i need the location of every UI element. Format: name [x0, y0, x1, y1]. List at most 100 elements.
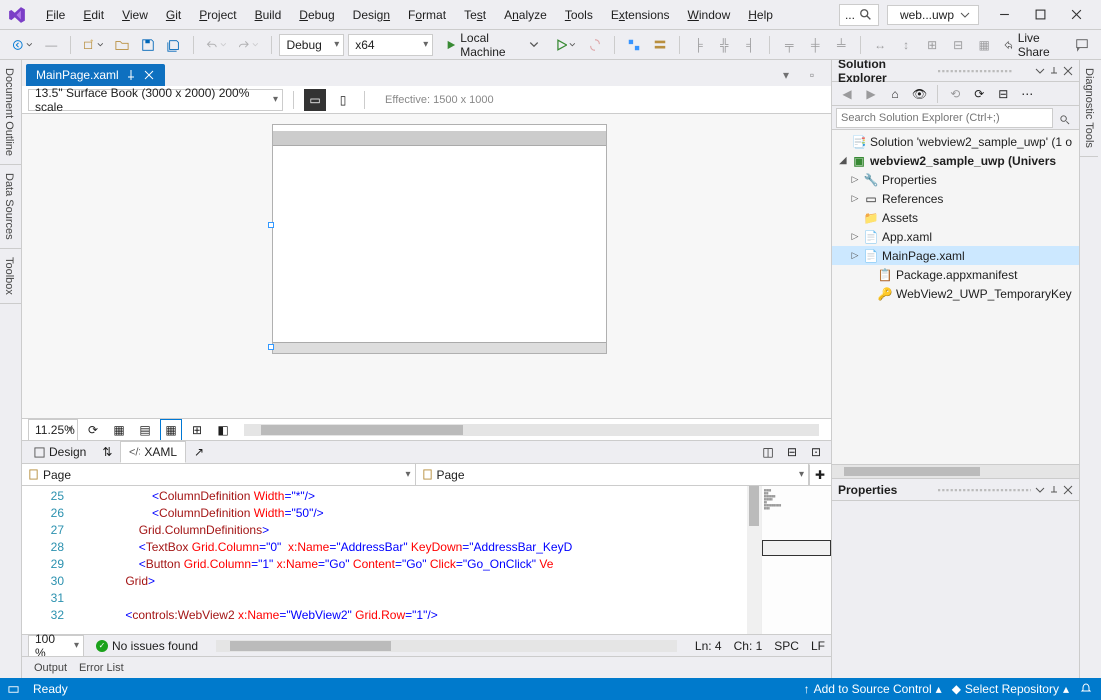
sol-sync-button[interactable]: ⟲ — [944, 83, 966, 105]
code-toggle[interactable]: ◧ — [212, 419, 234, 441]
tree-references[interactable]: ▷▭References — [832, 189, 1079, 208]
align-right-button[interactable]: ╡ — [739, 34, 761, 56]
collapse-button[interactable]: ⊡ — [805, 441, 827, 463]
menu-help[interactable]: Help — [740, 4, 781, 26]
close-button[interactable] — [1059, 2, 1093, 28]
redo-button[interactable] — [234, 34, 262, 56]
minimize-button[interactable] — [987, 2, 1021, 28]
swap-panes-button[interactable]: ⇅ — [96, 441, 118, 463]
select-repository-button[interactable]: ◆Select Repository▴ — [952, 682, 1069, 696]
menu-extensions[interactable]: Extensions — [603, 4, 678, 26]
orientation-portrait-button[interactable]: ▯ — [332, 89, 354, 111]
menu-file[interactable]: File — [38, 4, 73, 26]
doc-tab-mainpage[interactable]: MainPage.xaml — [26, 64, 165, 86]
tree-manifest[interactable]: 📋Package.appxmanifest — [832, 265, 1079, 284]
pin-icon[interactable] — [1049, 66, 1059, 76]
tab-data-sources[interactable]: Data Sources — [0, 165, 21, 249]
code-hscroll[interactable] — [216, 640, 677, 652]
menu-build[interactable]: Build — [247, 4, 290, 26]
nav-member-dropdown[interactable]: Page — [416, 464, 810, 485]
indent-mode[interactable]: SPC — [774, 639, 799, 653]
tab-output[interactable]: Output — [34, 662, 67, 674]
menu-edit[interactable]: Edit — [75, 4, 112, 26]
expander-icon[interactable]: ▷ — [850, 193, 860, 204]
align-center-button[interactable]: ╬ — [713, 34, 735, 56]
tb-misc1[interactable]: ⊞ — [921, 34, 943, 56]
sol-more-button[interactable]: ⋯ — [1016, 83, 1038, 105]
close-icon[interactable] — [1063, 66, 1073, 76]
scroll-thumb[interactable] — [749, 486, 759, 526]
doc-window-button[interactable]: ▫ — [801, 64, 823, 86]
resize-handle[interactable] — [268, 222, 274, 228]
tab-document-outline[interactable]: Document Outline — [0, 60, 21, 165]
close-icon[interactable] — [143, 69, 155, 81]
code-body[interactable]: <ColumnDefinition Width="*"/> <ColumnDef… — [72, 486, 761, 634]
solution-hscroll[interactable] — [832, 464, 1079, 478]
editor-zoom-dropdown[interactable]: 100 % — [28, 635, 84, 657]
tree-mainpage[interactable]: ▷📄MainPage.xaml — [832, 246, 1079, 265]
live-share-button[interactable]: Live Share — [999, 34, 1065, 56]
dist-v-button[interactable]: ↕ — [895, 34, 917, 56]
config-dropdown[interactable]: Debug — [279, 34, 344, 56]
align-left-button[interactable]: ╞ — [687, 34, 709, 56]
tb-misc3[interactable]: ▦ — [973, 34, 995, 56]
new-item-button[interactable] — [79, 34, 107, 56]
add-source-control-button[interactable]: ↑Add to Source Control▴ — [804, 682, 942, 696]
tree-properties[interactable]: ▷🔧Properties — [832, 170, 1079, 189]
nav-fwd-button[interactable]: — — [40, 34, 62, 56]
tb-misc2[interactable]: ⊟ — [947, 34, 969, 56]
sol-back-button[interactable]: ◀ — [836, 83, 858, 105]
tab-toolbox[interactable]: Toolbox — [0, 249, 21, 304]
feedback-button[interactable] — [1071, 34, 1093, 56]
menu-test[interactable]: Test — [456, 4, 494, 26]
snap-btn[interactable]: ▦ — [160, 419, 182, 441]
menu-tools[interactable]: Tools — [557, 4, 601, 26]
tab-error-list[interactable]: Error List — [79, 662, 124, 674]
eol-mode[interactable]: LF — [811, 639, 825, 653]
run-button[interactable]: Local Machine — [437, 34, 547, 56]
snap-btn2[interactable]: ⊞ — [186, 419, 208, 441]
code-editor[interactable]: 2526272829303132 <ColumnDefinition Width… — [22, 486, 831, 634]
pin-icon[interactable] — [1049, 485, 1059, 495]
align-mid-button[interactable]: ╪ — [804, 34, 826, 56]
expander-icon[interactable]: ▷ — [850, 174, 860, 185]
tree-assets[interactable]: 📁Assets — [832, 208, 1079, 227]
save-all-button[interactable] — [163, 34, 185, 56]
refresh-design-button[interactable]: ⟳ — [82, 419, 104, 441]
device-frame[interactable] — [272, 124, 607, 354]
doc-overflow-button[interactable]: ▾ — [775, 64, 797, 86]
split-vert-button[interactable]: ◫ — [757, 441, 779, 463]
tab-design[interactable]: Design — [26, 442, 94, 462]
tree-project[interactable]: ◢▣webview2_sample_uwp (Univers — [832, 151, 1079, 170]
nav-type-dropdown[interactable]: Page — [22, 464, 416, 485]
pin-icon[interactable] — [125, 69, 137, 81]
split-horiz-button[interactable]: ⊟ — [781, 441, 803, 463]
designer-hscroll[interactable] — [244, 424, 819, 436]
code-minimap[interactable]: ████████████████████████████████████████ — [761, 486, 831, 634]
resize-handle[interactable] — [268, 344, 274, 350]
solution-search-input[interactable] — [836, 108, 1053, 128]
tree-solution-root[interactable]: 📑Solution 'webview2_sample_uwp' (1 o — [832, 132, 1079, 151]
tab-xaml[interactable]: </>XAML — [120, 441, 186, 463]
menu-project[interactable]: Project — [191, 4, 244, 26]
search-box[interactable]: ... — [839, 4, 879, 26]
expander-icon[interactable]: ▷ — [850, 231, 860, 242]
dist-h-button[interactable]: ↔ — [869, 34, 891, 56]
run-no-debug-button[interactable] — [552, 34, 580, 56]
orientation-landscape-button[interactable]: ▭ — [304, 89, 326, 111]
designer-canvas[interactable] — [22, 114, 831, 418]
nav-back-button[interactable] — [8, 34, 36, 56]
tree-appxaml[interactable]: ▷📄App.xaml — [832, 227, 1079, 246]
grid-btn1[interactable]: ▦ — [108, 419, 130, 441]
tree-tempkey[interactable]: 🔑WebView2_UWP_TemporaryKey — [832, 284, 1079, 303]
code-vscroll[interactable] — [747, 486, 761, 634]
sol-refresh-button[interactable]: ⟳ — [968, 83, 990, 105]
align-bot-button[interactable]: ╧ — [830, 34, 852, 56]
sol-fwd-button[interactable]: ▶ — [860, 83, 882, 105]
sol-view-button[interactable]: 👁 — [908, 83, 931, 105]
menu-window[interactable]: Window — [680, 4, 739, 26]
search-submit-button[interactable] — [1053, 108, 1075, 130]
align-top-button[interactable]: ╤ — [778, 34, 800, 56]
tab-diagnostic-tools[interactable]: Diagnostic Tools — [1080, 60, 1098, 157]
menu-view[interactable]: View — [114, 4, 156, 26]
